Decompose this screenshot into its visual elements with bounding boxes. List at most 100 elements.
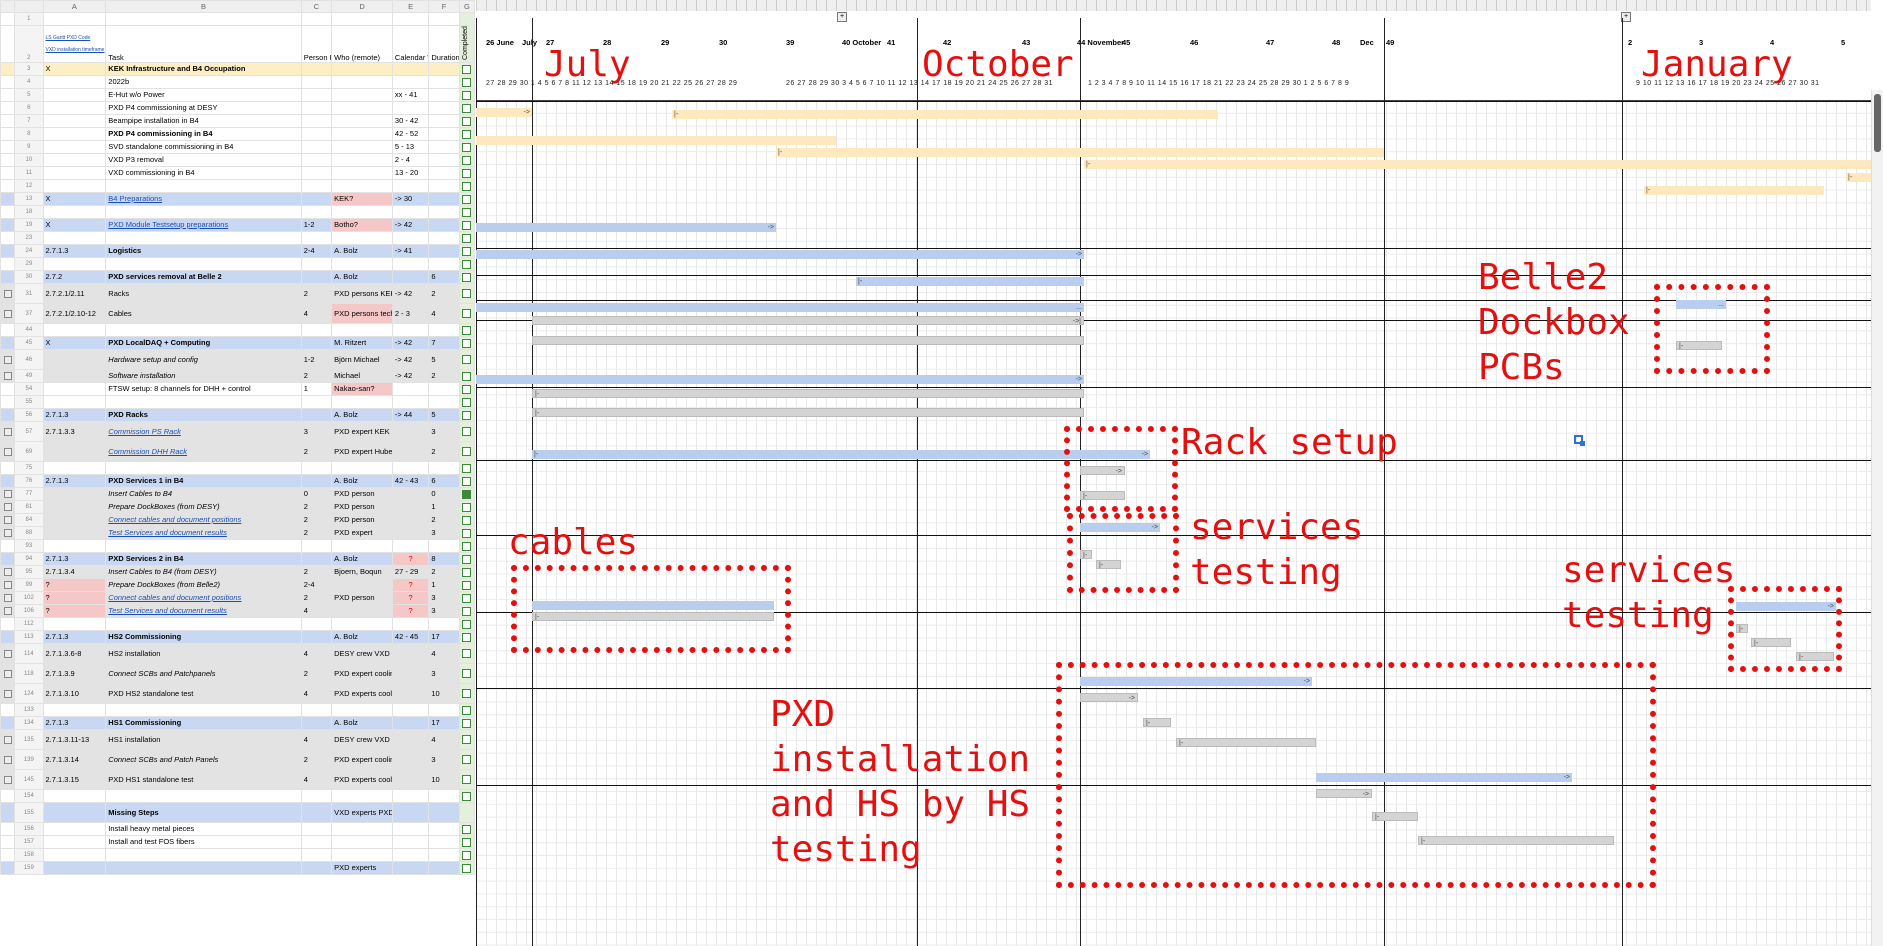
row-number[interactable]: 156 bbox=[14, 822, 44, 836]
expand-group-icon[interactable] bbox=[3, 309, 12, 318]
cell-code[interactable]: ? bbox=[42, 591, 107, 605]
cell-calendar-week[interactable]: -> 41 bbox=[391, 244, 430, 258]
cell-code[interactable] bbox=[42, 861, 107, 875]
cell-duration[interactable] bbox=[428, 703, 460, 717]
cell-code[interactable] bbox=[42, 179, 107, 193]
cell-person-power[interactable]: 4 bbox=[300, 683, 333, 704]
row-number[interactable]: 6 bbox=[14, 101, 44, 115]
cell-code[interactable] bbox=[42, 114, 107, 128]
cell-calendar-week[interactable] bbox=[391, 716, 430, 730]
cell-person-power[interactable] bbox=[300, 630, 333, 644]
completed-checkbox[interactable] bbox=[462, 689, 472, 698]
col-header-d[interactable]: D bbox=[331, 0, 393, 13]
cell-code[interactable]: X bbox=[42, 218, 107, 232]
cell-who[interactable]: PXD experts bbox=[331, 861, 393, 875]
completed-cell[interactable] bbox=[458, 729, 475, 750]
cell-code[interactable]: 2.7.1.3.9 bbox=[42, 663, 107, 684]
cell-calendar-week[interactable]: 13 - 20 bbox=[391, 166, 430, 180]
row-number[interactable]: 154 bbox=[14, 789, 44, 803]
completed-cell[interactable] bbox=[458, 349, 475, 370]
cell-duration[interactable]: 2 bbox=[428, 565, 460, 579]
cell-who[interactable] bbox=[331, 848, 393, 862]
cell-calendar-week[interactable] bbox=[391, 441, 430, 462]
cell-calendar-week[interactable] bbox=[391, 487, 430, 501]
completed-cell[interactable] bbox=[458, 395, 475, 409]
cell-calendar-week[interactable] bbox=[391, 643, 430, 664]
cell-calendar-week[interactable]: 30 - 42 bbox=[391, 114, 430, 128]
row-number[interactable]: 56 bbox=[14, 408, 44, 422]
cell-duration[interactable]: 3 bbox=[428, 526, 460, 540]
completed-cell[interactable] bbox=[458, 703, 475, 717]
cell-person-power[interactable] bbox=[300, 101, 333, 115]
cell-calendar-week[interactable] bbox=[391, 835, 430, 849]
row-number[interactable]: 159 bbox=[14, 861, 44, 875]
gantt-task-bar[interactable]: |- bbox=[1846, 173, 1871, 182]
cell-task[interactable]: PXD Services 2 in B4 bbox=[105, 552, 302, 566]
cell-code[interactable] bbox=[42, 205, 107, 219]
cell-code[interactable]: 2.7.1.3.3 bbox=[42, 421, 107, 442]
cell-calendar-week[interactable]: -> 42 bbox=[391, 349, 430, 370]
gantt-task-bar[interactable]: |- bbox=[776, 148, 1384, 157]
cell-calendar-week[interactable]: 42 - 43 bbox=[391, 474, 430, 488]
cell-person-power[interactable]: 2 bbox=[300, 526, 333, 540]
completed-checkbox[interactable] bbox=[462, 541, 472, 551]
gantt-task-bar[interactable]: |- bbox=[532, 389, 1084, 398]
cell-calendar-week[interactable] bbox=[391, 848, 430, 862]
cell-calendar-week[interactable] bbox=[391, 382, 430, 396]
cell-person-power[interactable]: 2 bbox=[300, 513, 333, 527]
completed-checkbox[interactable] bbox=[462, 181, 472, 191]
completed-cell[interactable] bbox=[458, 487, 475, 501]
cell-who[interactable]: Bjoern, Boqun bbox=[331, 565, 393, 579]
completed-cell[interactable] bbox=[458, 323, 475, 337]
cell-person-power[interactable]: 4 bbox=[300, 303, 333, 324]
cell-task[interactable]: Connect cables and document positions bbox=[105, 591, 302, 605]
completed-checkbox[interactable] bbox=[462, 309, 472, 318]
completed-checkbox[interactable] bbox=[462, 447, 472, 456]
completed-checkbox[interactable] bbox=[462, 207, 472, 217]
cell-code[interactable] bbox=[42, 101, 107, 115]
cell-who[interactable]: Nakao-san? bbox=[331, 382, 393, 396]
cell-person-power[interactable]: 4 bbox=[300, 769, 333, 790]
cell-calendar-week[interactable]: 42 - 45 bbox=[391, 630, 430, 644]
cell-task[interactable]: Cables bbox=[105, 303, 302, 324]
cell-task[interactable] bbox=[105, 323, 302, 337]
cell-person-power[interactable] bbox=[300, 848, 333, 862]
group-toggle-cell[interactable] bbox=[0, 349, 16, 370]
row-number[interactable]: 145 bbox=[14, 769, 44, 790]
cell-who[interactable]: PXD persons technicians? bbox=[331, 303, 393, 324]
cell-person-power[interactable]: 4 bbox=[300, 604, 333, 618]
cell-duration[interactable] bbox=[428, 822, 460, 836]
row-number[interactable]: 10 bbox=[14, 153, 44, 167]
cell-duration[interactable] bbox=[428, 617, 460, 631]
row-number[interactable]: 84 bbox=[14, 513, 44, 527]
completed-checkbox[interactable] bbox=[462, 220, 472, 230]
cell-duration[interactable] bbox=[428, 192, 460, 206]
cell-who[interactable]: PXD expert bbox=[331, 526, 393, 540]
completed-checkbox[interactable] bbox=[462, 837, 472, 847]
cell-person-power[interactable] bbox=[300, 323, 333, 337]
completed-cell[interactable] bbox=[458, 127, 475, 141]
expand-group-icon[interactable] bbox=[3, 735, 12, 744]
cell-duration[interactable] bbox=[428, 179, 460, 193]
row-number[interactable]: 114 bbox=[14, 643, 44, 664]
cell-person-power[interactable] bbox=[300, 461, 333, 475]
gantt-task-bar[interactable]: |- bbox=[532, 408, 1084, 417]
cell-duration[interactable] bbox=[428, 62, 460, 76]
cell-task[interactable]: HS1 installation bbox=[105, 729, 302, 750]
completed-cell[interactable] bbox=[458, 565, 475, 579]
cell-duration[interactable] bbox=[428, 127, 460, 141]
cell-person-power[interactable] bbox=[300, 408, 333, 422]
gantt-task-bar[interactable]: |- bbox=[532, 450, 1084, 459]
cell-code[interactable] bbox=[42, 848, 107, 862]
row-number[interactable]: 124 bbox=[14, 683, 44, 704]
cell-task[interactable]: Commission PS Rack bbox=[105, 421, 302, 442]
cell-who[interactable] bbox=[331, 75, 393, 89]
cell-who[interactable]: A. Bolz bbox=[331, 408, 393, 422]
completed-cell[interactable] bbox=[458, 441, 475, 462]
completed-checkbox[interactable] bbox=[462, 325, 472, 335]
row-number[interactable]: 135 bbox=[14, 729, 44, 750]
row-number[interactable]: 45 bbox=[14, 336, 44, 350]
cell-task[interactable]: PXD Racks bbox=[105, 408, 302, 422]
cell-calendar-week[interactable]: 27 - 29 bbox=[391, 565, 430, 579]
row-number[interactable]: 31 bbox=[14, 283, 44, 304]
